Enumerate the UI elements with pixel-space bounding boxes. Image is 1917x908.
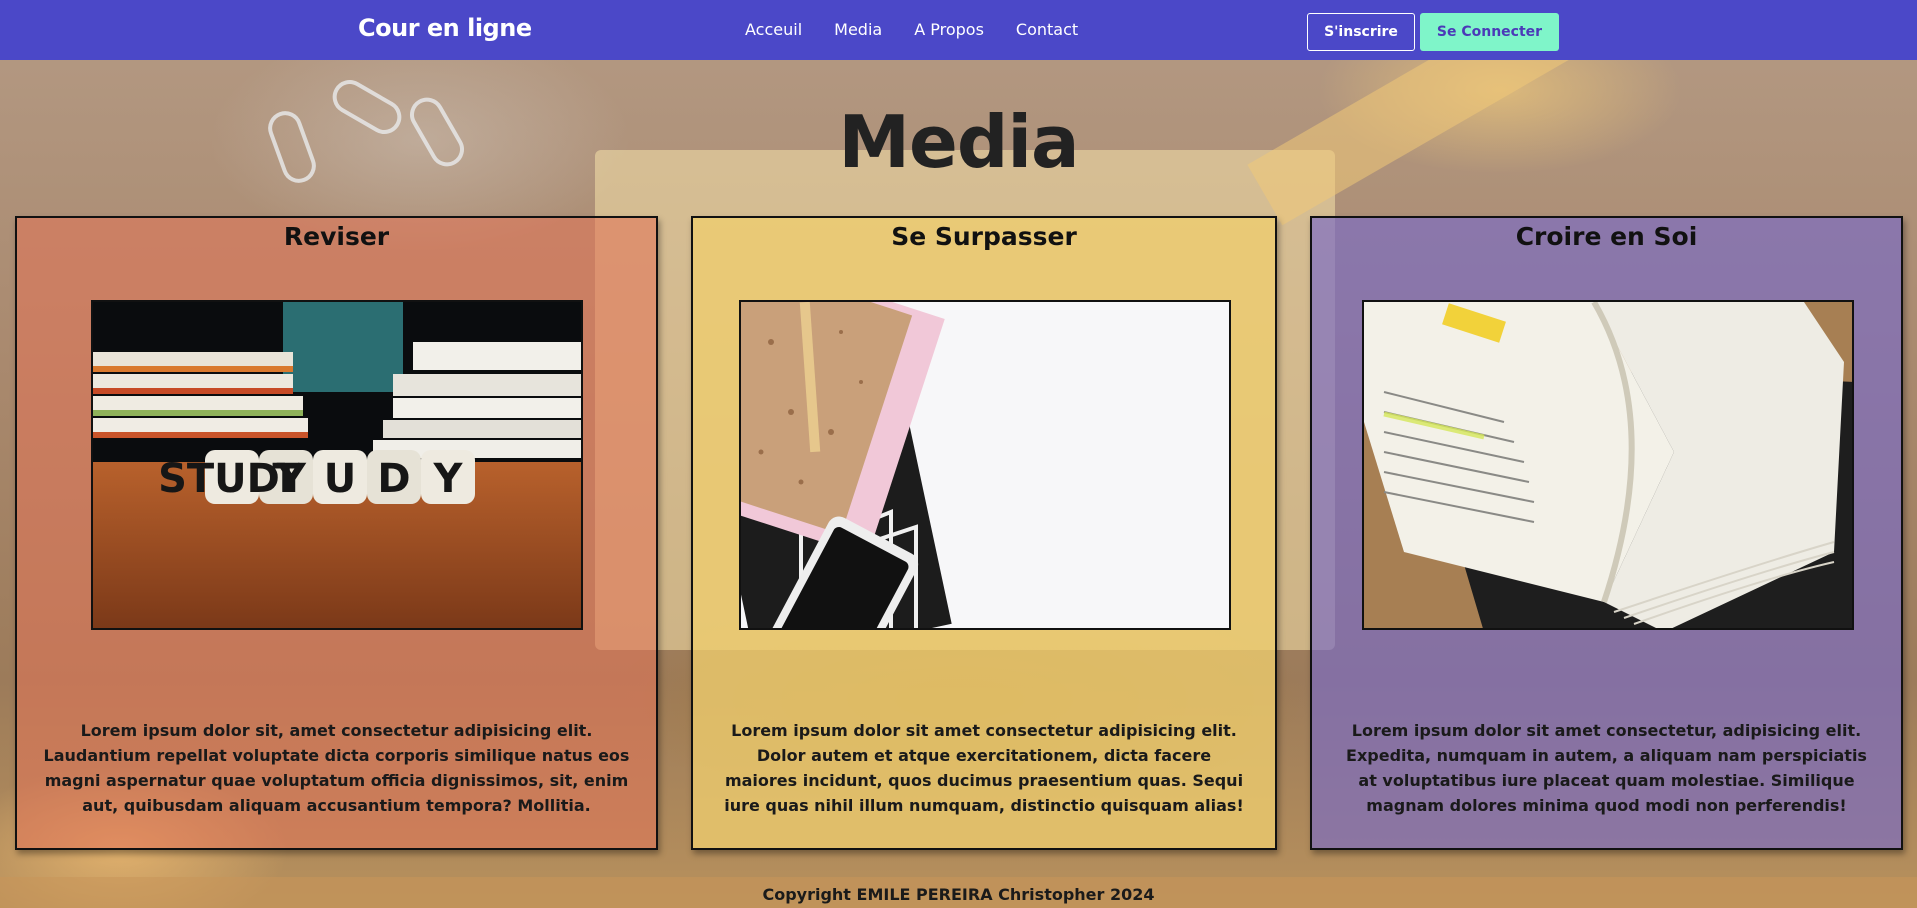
card-title: Reviser xyxy=(283,222,390,251)
svg-text:Y: Y xyxy=(433,456,464,502)
navbar: Cour en ligne Acceuil Media A Propos Con… xyxy=(0,0,1917,60)
page-title: Media xyxy=(838,100,1079,184)
study-dice-image: STUDY T U D Y xyxy=(91,300,583,630)
card-text: Lorem ipsum dolor sit amet consectetur a… xyxy=(724,721,1244,815)
signup-button[interactable]: S'inscrire xyxy=(1307,13,1415,51)
nav-links: Acceuil Media A Propos Contact xyxy=(745,20,1078,39)
notebooks-phone-image xyxy=(739,300,1231,630)
card-reviser: Reviser STUDY T U D Y Lorem ipsum dolor … xyxy=(15,216,658,850)
svg-text:D: D xyxy=(377,456,410,502)
nav-link-accueil[interactable]: Acceuil xyxy=(745,20,802,39)
card-se-surpasser: Se Surpasser Lorem ipsum dolor sit amet … xyxy=(691,216,1277,850)
footer: Copyright EMILE PEREIRA Christopher 2024 xyxy=(0,877,1917,908)
svg-text:U: U xyxy=(324,456,356,502)
card-text: Lorem ipsum dolor sit, amet consectetur … xyxy=(43,721,630,815)
nav-link-a-propos[interactable]: A Propos xyxy=(914,20,984,39)
nav-link-contact[interactable]: Contact xyxy=(1016,20,1078,39)
card-title: Se Surpasser xyxy=(891,222,1077,251)
login-button[interactable]: Se Connecter xyxy=(1420,13,1559,51)
card-text: Lorem ipsum dolor sit amet consectetur, … xyxy=(1346,721,1867,815)
open-book-image xyxy=(1362,300,1854,630)
copyright-text: Copyright EMILE PEREIRA Christopher 2024 xyxy=(762,885,1155,904)
card-croire-en-soi: Croire en Soi Lorem ipsum dolor sit amet… xyxy=(1310,216,1903,850)
svg-text:T: T xyxy=(272,456,300,502)
card-title: Croire en Soi xyxy=(1515,222,1698,251)
nav-link-media[interactable]: Media xyxy=(834,20,882,39)
brand-logo[interactable]: Cour en ligne xyxy=(358,14,532,42)
